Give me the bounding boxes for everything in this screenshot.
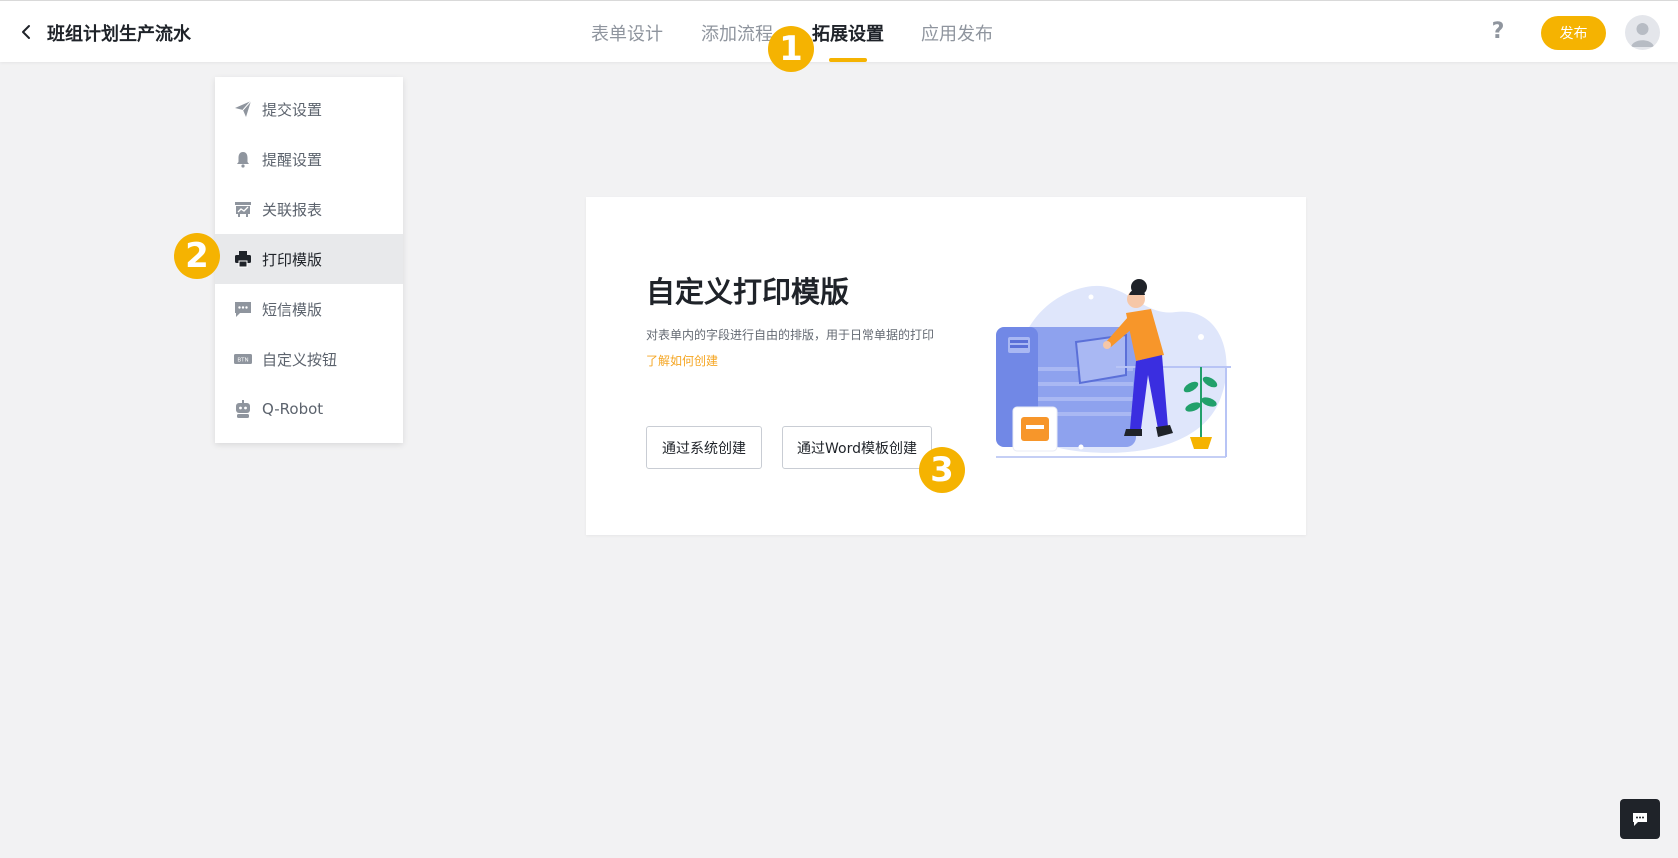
menu-item-label: 打印模版 bbox=[262, 250, 323, 269]
card-title: 自定义打印模版 bbox=[646, 275, 850, 309]
report-icon bbox=[234, 200, 252, 218]
menu-item-print-template[interactable]: 打印模版 bbox=[215, 234, 403, 284]
menu-item-reminder-settings[interactable]: 提醒设置 bbox=[215, 134, 403, 184]
extension-settings-menu: 提交设置 提醒设置 关联报表 打印模版 短信模版 BTN 自定义按钮 Q-Rob… bbox=[215, 77, 403, 443]
menu-item-label: 提醒设置 bbox=[262, 150, 323, 169]
create-by-system-button[interactable]: 通过系统创建 bbox=[646, 426, 762, 469]
annotation-marker-3: 3 bbox=[919, 447, 965, 493]
menu-item-label: Q-Robot bbox=[262, 400, 324, 418]
robot-icon bbox=[234, 400, 252, 418]
bell-icon bbox=[234, 150, 252, 168]
menu-item-submit-settings[interactable]: 提交设置 bbox=[215, 84, 403, 134]
active-tab-indicator bbox=[829, 58, 867, 62]
printer-icon bbox=[234, 250, 252, 268]
menu-item-linked-report[interactable]: 关联报表 bbox=[215, 184, 403, 234]
tab-add-process[interactable]: 添加流程 bbox=[701, 20, 773, 46]
menu-item-sms-template[interactable]: 短信模版 bbox=[215, 284, 403, 334]
user-avatar-icon[interactable] bbox=[1625, 15, 1660, 50]
card-description: 对表单内的字段进行自由的排版，用于日常单据的打印 bbox=[646, 328, 935, 342]
paper-plane-icon bbox=[234, 100, 252, 118]
tab-app-publish[interactable]: 应用发布 bbox=[921, 20, 993, 46]
chevron-left-icon bbox=[22, 25, 30, 39]
menu-item-custom-button[interactable]: BTN 自定义按钮 bbox=[215, 334, 403, 384]
tab-extension-settings[interactable]: 拓展设置 bbox=[812, 20, 884, 46]
menu-item-label: 短信模版 bbox=[262, 300, 323, 319]
chat-icon bbox=[1633, 813, 1647, 826]
create-by-word-template-button[interactable]: 通过Word模板创建 bbox=[782, 426, 932, 469]
menu-item-q-robot[interactable]: Q-Robot bbox=[215, 384, 403, 434]
back-button[interactable] bbox=[18, 21, 36, 43]
menu-item-label: 提交设置 bbox=[262, 100, 323, 119]
top-navbar: 班组计划生产流水 表单设计 添加流程 拓展设置 应用发布 ? 发布 bbox=[0, 0, 1678, 62]
chat-button[interactable] bbox=[1620, 799, 1660, 839]
publish-button[interactable]: 发布 bbox=[1541, 16, 1606, 50]
menu-item-label: 关联报表 bbox=[262, 200, 323, 219]
help-icon[interactable]: ? bbox=[1486, 19, 1510, 45]
menu-item-label: 自定义按钮 bbox=[262, 350, 338, 369]
btn-badge-icon: BTN bbox=[234, 350, 252, 368]
annotation-marker-1: 1 bbox=[768, 26, 814, 72]
printer-illustration bbox=[996, 279, 1231, 458]
learn-how-link[interactable]: 了解如何创建 bbox=[646, 352, 718, 369]
message-icon bbox=[234, 300, 252, 318]
app-title: 班组计划生产流水 bbox=[47, 24, 191, 45]
btn-badge-text: BTN bbox=[237, 357, 248, 363]
tab-form-design[interactable]: 表单设计 bbox=[591, 20, 663, 46]
annotation-marker-2: 2 bbox=[174, 233, 220, 279]
